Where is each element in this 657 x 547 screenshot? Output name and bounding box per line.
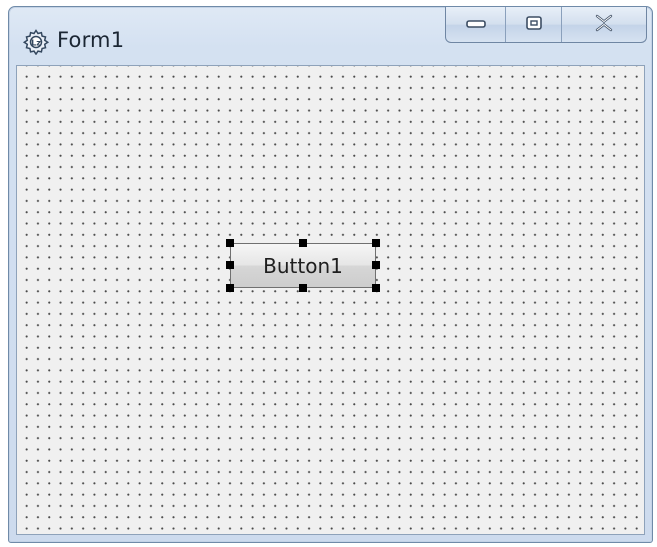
close-icon xyxy=(593,14,615,36)
resize-handle-bottom-right[interactable] xyxy=(372,284,380,292)
resize-handle-right[interactable] xyxy=(372,261,380,269)
resize-handle-bottom[interactable] xyxy=(299,284,307,292)
resize-handle-left[interactable] xyxy=(226,261,234,269)
maximize-button[interactable] xyxy=(506,7,562,42)
button1-label: Button1 xyxy=(263,253,343,278)
form-window: Lz Form1 Button1 xyxy=(8,6,653,543)
gear-icon: Lz xyxy=(22,29,50,56)
caption-buttons xyxy=(445,7,647,43)
resize-handle-bottom-left[interactable] xyxy=(226,284,234,292)
form-design-surface[interactable]: Button1 xyxy=(16,65,645,535)
window-title: Form1 xyxy=(57,28,125,52)
maximize-icon xyxy=(525,15,543,35)
minimize-button[interactable] xyxy=(446,7,506,42)
minimize-icon xyxy=(465,15,487,34)
title-bar[interactable]: Lz Form1 xyxy=(9,7,652,65)
button1[interactable]: Button1 xyxy=(230,243,376,288)
resize-handle-top-left[interactable] xyxy=(226,239,234,247)
close-button[interactable] xyxy=(562,7,646,42)
svg-text:Lz: Lz xyxy=(31,39,41,48)
resize-handle-top[interactable] xyxy=(299,239,307,247)
resize-handle-top-right[interactable] xyxy=(372,239,380,247)
